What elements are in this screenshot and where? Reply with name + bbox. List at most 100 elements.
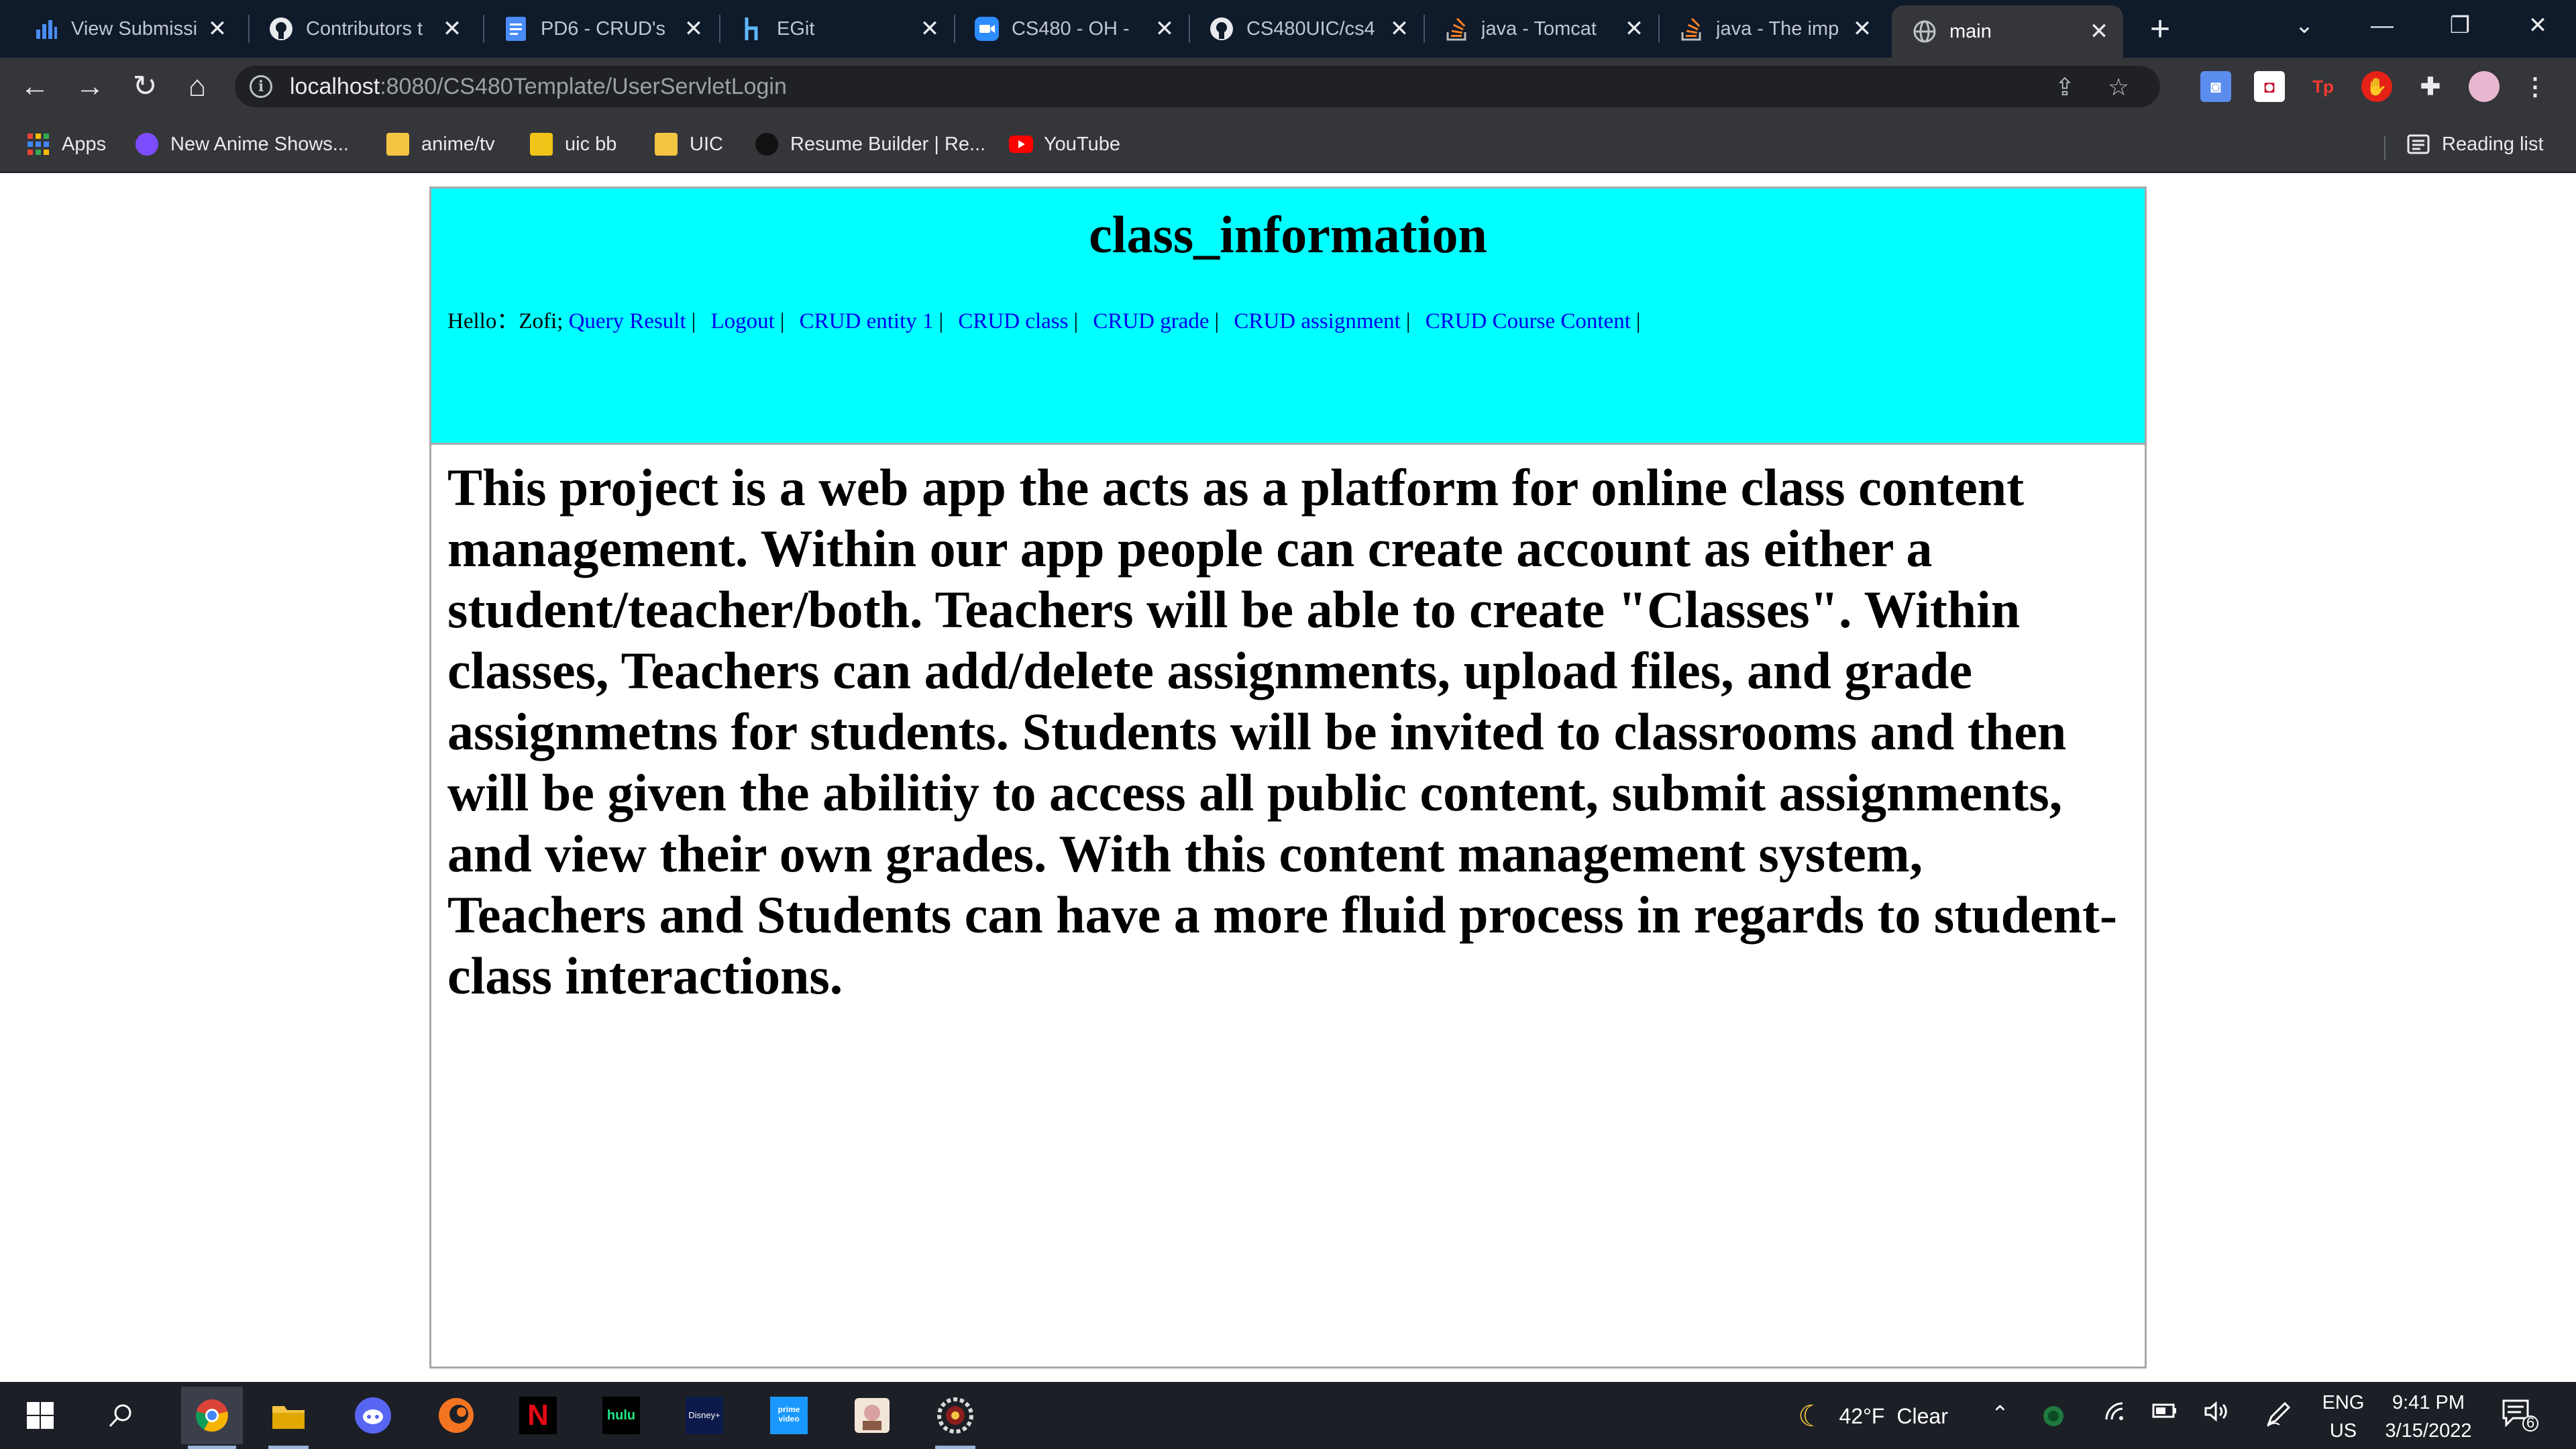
chevron-up-icon[interactable]: ⌃: [1991, 1401, 2009, 1426]
tab-cs480-oh[interactable]: CS480 - OH - ✕: [954, 5, 1189, 52]
bookmark-star-icon[interactable]: ☆: [2104, 74, 2133, 101]
block-extension-icon[interactable]: ✋: [2361, 71, 2392, 102]
new-tab-button[interactable]: +: [2140, 9, 2180, 50]
close-icon[interactable]: ✕: [1847, 15, 1877, 42]
bookmark-label: UIC: [690, 133, 723, 155]
url-text[interactable]: localhost:8080/CS480Template/UserServlet…: [290, 74, 787, 100]
docs-icon: [503, 16, 529, 42]
tab-search-icon[interactable]: ⌄: [2267, 0, 2341, 51]
close-icon[interactable]: ✕: [1619, 15, 1649, 42]
bookmark-uic-bb[interactable]: uic bb: [530, 127, 616, 161]
file-explorer-icon[interactable]: [264, 1391, 313, 1440]
tab-title: main: [1949, 20, 1992, 42]
address-bar[interactable]: i localhost:8080/CS480Template/UserServl…: [235, 66, 2160, 107]
language-code: ENG: [2322, 1392, 2365, 1413]
close-icon[interactable]: ✕: [915, 15, 945, 42]
nav-link-crud-course-content[interactable]: CRUD Course Content: [1426, 309, 1631, 333]
language-indicator[interactable]: ENG US: [2313, 1389, 2373, 1445]
volume-icon[interactable]: [2203, 1401, 2230, 1428]
nav-link-logout[interactable]: Logout: [710, 309, 774, 333]
share-icon[interactable]: ⇪: [2050, 74, 2080, 101]
wifi-icon[interactable]: [2104, 1401, 2128, 1428]
tab-egit[interactable]: EGit ✕: [719, 5, 954, 52]
nav-link-query-result[interactable]: Query Result: [569, 309, 686, 333]
forward-icon[interactable]: →: [68, 66, 111, 109]
camera-extension-icon[interactable]: ◙: [2200, 71, 2231, 102]
bookmark-label: Resume Builder | Re...: [790, 133, 986, 155]
tab-view-submissions[interactable]: View Submissi ✕: [13, 5, 241, 52]
weather-widget[interactable]: ☾ 42°F Clear: [1798, 1399, 1948, 1433]
nav-separator: |: [1214, 309, 1220, 333]
restore-icon[interactable]: ❐: [2423, 0, 2497, 51]
youtube-icon: [1009, 133, 1033, 156]
bookmark-resume-builder[interactable]: Resume Builder | Re...: [755, 127, 985, 161]
hulu-logo: hulu: [602, 1397, 640, 1434]
egit-icon: [739, 16, 765, 42]
notification-center-icon[interactable]: 6: [2501, 1398, 2538, 1437]
nav-link-crud-grade[interactable]: CRUD grade: [1093, 309, 1209, 333]
bookmark-label: uic bb: [565, 133, 617, 155]
back-icon[interactable]: ←: [13, 66, 56, 109]
settings-gear-app-icon[interactable]: [931, 1391, 979, 1440]
reading-list-icon: [2407, 133, 2430, 156]
open-app-indicator: [935, 1446, 975, 1449]
bookmark-youtube[interactable]: YouTube: [1009, 127, 1120, 161]
reload-icon[interactable]: ↻: [123, 66, 166, 109]
chrome-taskbar-icon[interactable]: [181, 1387, 243, 1444]
clock[interactable]: 9:41 PM 3/15/2022: [2368, 1389, 2489, 1445]
battery-icon[interactable]: [2151, 1401, 2178, 1426]
reading-list-button[interactable]: Reading list: [2407, 127, 2544, 161]
pen-icon[interactable]: [2265, 1401, 2292, 1433]
nav-link-crud-class[interactable]: CRUD class: [958, 309, 1068, 333]
hulu-icon[interactable]: hulu: [597, 1391, 645, 1440]
clock-time: 9:41 PM: [2392, 1392, 2465, 1413]
minimize-icon[interactable]: —: [2345, 0, 2419, 51]
tab-java-the-imp[interactable]: java - The imp ✕: [1658, 5, 1886, 52]
profile-avatar[interactable]: [2469, 71, 2500, 102]
tp-extension-icon[interactable]: Tp: [2308, 71, 2339, 102]
close-icon[interactable]: ✕: [2084, 18, 2114, 45]
tab-title: java - Tomcat: [1481, 17, 1597, 40]
discord-icon[interactable]: [349, 1391, 397, 1440]
close-icon[interactable]: ✕: [1150, 15, 1179, 42]
page-title: class_information: [1089, 205, 1487, 264]
tab-contributors[interactable]: Contributors t ✕: [248, 5, 476, 52]
tab-title: PD6 - CRUD's: [541, 17, 665, 40]
site-info-icon[interactable]: i: [250, 75, 272, 98]
prime-video-icon[interactable]: prime video: [765, 1391, 813, 1440]
tab-title: EGit: [777, 17, 815, 40]
region-code: US: [2329, 1420, 2357, 1442]
apps-grid-icon: [27, 133, 50, 156]
close-window-icon[interactable]: ✕: [2501, 0, 2575, 51]
tab-java-tomcat[interactable]: java - Tomcat ✕: [1424, 5, 1658, 52]
nav-separator: |: [691, 309, 696, 333]
extensions-puzzle-icon[interactable]: ✚: [2415, 71, 2446, 102]
nav-link-crud-entity-1[interactable]: CRUD entity 1: [800, 309, 934, 333]
tab-cs480uic[interactable]: CS480UIC/cs4 ✕: [1189, 5, 1424, 52]
crunchyroll-icon[interactable]: [432, 1391, 480, 1440]
browser-toolbar: ← → ↻ ⌂ i localhost:8080/CS480Template/U…: [0, 58, 2576, 115]
close-icon[interactable]: ✕: [437, 15, 467, 42]
bookmark-anime-shows[interactable]: New Anime Shows...: [136, 127, 349, 161]
tray-app-icon[interactable]: [2042, 1405, 2065, 1433]
tab-main[interactable]: main ✕: [1892, 5, 2123, 58]
close-icon[interactable]: ✕: [679, 15, 708, 42]
search-icon[interactable]: [97, 1391, 145, 1440]
greeting: Hello：Zofi;: [447, 309, 564, 333]
bookmark-folder-uic[interactable]: UIC: [655, 127, 723, 161]
windows-start-icon[interactable]: [16, 1391, 64, 1440]
disney-plus-icon[interactable]: Disney+: [680, 1391, 729, 1440]
game-icon[interactable]: [848, 1391, 896, 1440]
notification-count: 6: [2526, 1414, 2535, 1431]
menu-kebab-icon[interactable]: ⋮: [2520, 71, 2551, 102]
prime-logo: prime video: [770, 1397, 808, 1434]
home-icon[interactable]: ⌂: [176, 66, 219, 109]
tab-pd6[interactable]: PD6 - CRUD's ✕: [483, 5, 718, 52]
close-icon[interactable]: ✕: [203, 15, 232, 42]
close-icon[interactable]: ✕: [1385, 15, 1414, 42]
bookmark-apps[interactable]: Apps: [27, 127, 106, 161]
nav-link-crud-assignment[interactable]: CRUD assignment: [1234, 309, 1400, 333]
bookmark-folder-anime-tv[interactable]: anime/tv: [386, 127, 495, 161]
netflix-icon[interactable]: N: [514, 1391, 562, 1440]
pocket-extension-icon[interactable]: ◘: [2254, 71, 2285, 102]
